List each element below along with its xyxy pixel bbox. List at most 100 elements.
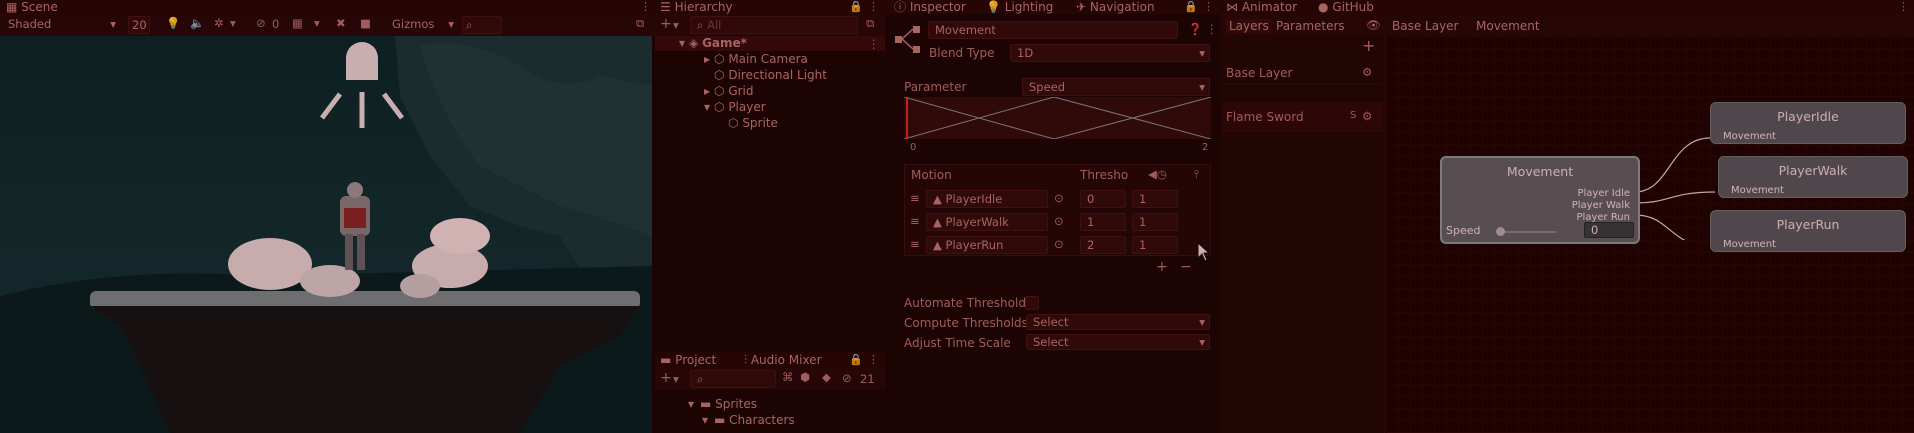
time-scale-icon[interactable]: ◀◷: [1148, 167, 1167, 181]
state-node-player-walk[interactable]: PlayerWalk Movement: [1718, 156, 1908, 198]
tab-layers[interactable]: Layers: [1226, 19, 1272, 33]
hierarchy-item-directional-light[interactable]: ⬡ Directional Light: [714, 67, 827, 83]
tab-hierarchy[interactable]: ☰ Hierarchy: [660, 0, 733, 14]
threshold-field[interactable]: 0: [1080, 190, 1126, 208]
drag-handle-icon[interactable]: ≡: [910, 214, 920, 228]
hierarchy-item-main-camera[interactable]: ▸ ⬡ Main Camera: [704, 51, 808, 67]
scene-search-field[interactable]: ⌕: [462, 16, 502, 34]
grid-toggle-icon[interactable]: ▦: [292, 16, 303, 30]
tab-menu-icon[interactable]: ⋮: [1898, 0, 1909, 13]
output-port-player-walk[interactable]: Player Walk: [1572, 200, 1630, 211]
motion-clip-field[interactable]: ▲ PlayerRun: [926, 236, 1048, 254]
filter-type-icon[interactable]: ⌘: [782, 370, 794, 384]
tab-menu-icon[interactable]: ⋮: [868, 0, 879, 13]
lock-icon[interactable]: 🔒: [849, 0, 863, 13]
motion-clip-field[interactable]: ▲ PlayerIdle: [926, 190, 1048, 208]
help-icon[interactable]: ❓: [1188, 22, 1202, 36]
hierarchy-search-input[interactable]: ⌕ All: [690, 16, 858, 34]
lock-icon[interactable]: 🔒: [849, 353, 863, 366]
tab-parameters[interactable]: Parameters: [1276, 19, 1345, 33]
tag-icon[interactable]: ◆: [822, 370, 831, 384]
automate-thresholds-checkbox[interactable]: [1025, 296, 1039, 310]
time-scale-field[interactable]: 1: [1132, 236, 1178, 254]
tab-menu-icon[interactable]: ⋮: [640, 0, 651, 13]
add-icon[interactable]: +: [660, 370, 672, 386]
object-picker-icon[interactable]: ⊙: [1054, 191, 1064, 205]
blend-type-dropdown[interactable]: 1D ▾: [1010, 44, 1210, 62]
chevron-down-icon[interactable]: ▾: [314, 16, 320, 30]
hierarchy-item-player[interactable]: ▾ ⬡ Player: [704, 99, 766, 115]
tab-lighting[interactable]: 💡 Lighting: [986, 0, 1053, 14]
layer-item[interactable]: Base Layer ⚙: [1222, 64, 1383, 84]
hidden-packages-icon[interactable]: ⊘: [842, 371, 852, 385]
state-node-player-run[interactable]: PlayerRun Movement: [1710, 210, 1906, 252]
lock-icon[interactable]: 🔒: [1184, 0, 1198, 13]
project-item-sprites[interactable]: ▾ ▬ Sprites: [688, 396, 757, 412]
maximize-icon[interactable]: ⧉: [866, 16, 874, 31]
speed-slider-thumb[interactable]: [1496, 227, 1505, 236]
object-picker-icon[interactable]: ⊙: [1054, 214, 1064, 228]
breadcrumb-movement[interactable]: Movement: [1476, 19, 1540, 33]
layer-item[interactable]: Flame Sword S ⚙: [1222, 102, 1383, 132]
breadcrumb-base-layer[interactable]: Base Layer: [1392, 19, 1459, 33]
drag-handle-icon[interactable]: ≡: [910, 237, 920, 251]
motion-row-run[interactable]: ≡ ▲ PlayerRun ⊙ 2 1: [904, 235, 1211, 255]
tab-inspector[interactable]: ⓘ Inspector: [894, 0, 966, 14]
adjust-time-scale-dropdown[interactable]: Select ▾: [1026, 334, 1210, 350]
tab-menu-icon[interactable]: ⋮: [868, 353, 879, 366]
compute-thresholds-dropdown[interactable]: Select ▾: [1026, 314, 1210, 330]
mirror-icon[interactable]: ⫯: [1194, 167, 1199, 182]
blend-tree-node[interactable]: Movement Player Idle Player Walk Player …: [1440, 156, 1640, 244]
tab-github[interactable]: ● GitHub: [1318, 0, 1374, 14]
toggle-2d-button[interactable]: 20: [128, 16, 150, 34]
tab-animator[interactable]: ⋈ Animator: [1226, 0, 1297, 14]
state-node-player-idle[interactable]: PlayerIdle Movement: [1710, 102, 1906, 144]
hierarchy-item-sprite[interactable]: ⬡ Sprite: [728, 115, 778, 131]
object-picker-icon[interactable]: ⊙: [1054, 237, 1064, 251]
gizmos-dropdown[interactable]: Gizmos ▾: [386, 16, 456, 34]
filter-label-icon[interactable]: ⬢: [800, 370, 810, 384]
tools-icon[interactable]: ✖: [336, 16, 346, 30]
blend-tree-name-field[interactable]: Movement: [928, 21, 1178, 39]
blend-graph[interactable]: [904, 97, 1211, 139]
time-scale-field[interactable]: 1: [1132, 213, 1178, 231]
tab-audio-mixer[interactable]: ⫶ Audio Mixer: [744, 353, 822, 367]
drag-handle-icon[interactable]: ≡: [910, 191, 920, 205]
effects-toggle-icon[interactable]: ✲: [214, 16, 224, 30]
threshold-field[interactable]: 1: [1080, 213, 1126, 231]
motion-row-walk[interactable]: ≡ ▲ PlayerWalk ⊙ 1 1: [904, 212, 1211, 232]
input-port[interactable]: Movement: [1723, 131, 1776, 142]
threshold-field[interactable]: 2: [1080, 236, 1126, 254]
add-motion-button[interactable]: +: [1156, 259, 1168, 275]
remove-motion-button[interactable]: −: [1180, 259, 1192, 275]
input-port[interactable]: Movement: [1723, 239, 1776, 250]
gear-icon[interactable]: ⚙: [1362, 65, 1372, 79]
camera-icon[interactable]: ■: [360, 16, 371, 30]
output-port-player-idle[interactable]: Player Idle: [1577, 188, 1630, 199]
chevron-down-icon[interactable]: ▾: [673, 372, 679, 386]
audio-toggle-icon[interactable]: 🔈: [190, 16, 204, 30]
tab-navigation[interactable]: ✈ Navigation: [1076, 0, 1155, 14]
maximize-icon[interactable]: ⧉: [636, 16, 644, 31]
project-item-characters[interactable]: ▾ ▬ Characters: [702, 412, 795, 428]
settings-menu-icon[interactable]: ⋮: [1206, 22, 1218, 36]
speed-slider-track[interactable]: [1496, 231, 1556, 233]
speed-value-field[interactable]: 0: [1584, 222, 1634, 238]
hierarchy-item-grid[interactable]: ▸ ⬡ Grid: [704, 83, 754, 99]
tab-project[interactable]: ▬ Project: [660, 353, 716, 367]
tab-menu-icon[interactable]: ⋮: [1203, 0, 1214, 13]
hidden-objects-icon[interactable]: ⊘: [256, 16, 266, 30]
hierarchy-item-game[interactable]: ▾ ◈ Game*: [679, 35, 747, 51]
scene-viewport[interactable]: [0, 36, 652, 433]
gear-icon[interactable]: ⚙: [1362, 109, 1372, 123]
motion-row-idle[interactable]: ≡ ▲ PlayerIdle ⊙ 0 1: [904, 189, 1211, 209]
motion-clip-field[interactable]: ▲ PlayerWalk: [926, 213, 1048, 231]
add-layer-button[interactable]: +: [1362, 36, 1375, 55]
parameter-dropdown[interactable]: Speed ▾: [1022, 78, 1210, 96]
time-scale-field[interactable]: 1: [1132, 190, 1178, 208]
chevron-down-icon[interactable]: ▾: [230, 16, 236, 30]
lighting-toggle-icon[interactable]: 💡: [166, 16, 180, 30]
eye-icon[interactable]: 👁: [1366, 18, 1381, 32]
input-port[interactable]: Movement: [1731, 185, 1784, 196]
project-search-input[interactable]: ⌕: [690, 370, 776, 388]
